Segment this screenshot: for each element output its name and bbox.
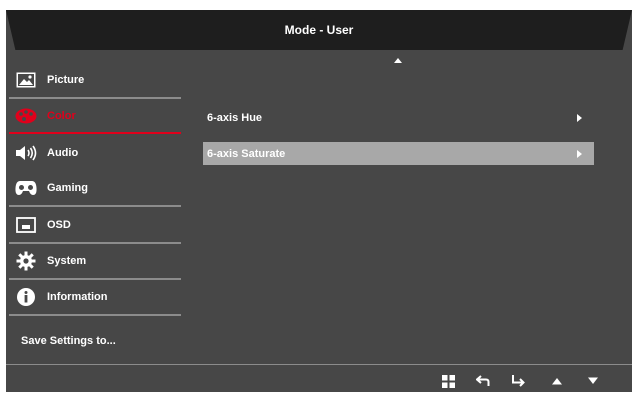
sidebar-item-color[interactable]: Color <box>9 101 181 131</box>
up-button[interactable] <box>548 372 566 390</box>
back-button[interactable] <box>474 372 492 390</box>
divider <box>9 205 181 207</box>
footer-divider <box>6 364 632 365</box>
sidebar-item-label: Picture <box>47 74 85 86</box>
sidebar-item-label: Save Settings to... <box>21 335 116 347</box>
sidebar-item-label: OSD <box>47 219 71 231</box>
sidebar-item-audio[interactable]: Audio <box>9 138 181 168</box>
sidebar-item-information[interactable]: Information <box>9 282 181 312</box>
osd-menu: Mode - User Picture Color Audio Gaming O… <box>6 10 632 392</box>
divider <box>9 278 181 280</box>
sidebar-item-label: Color <box>47 110 76 122</box>
title-bar: Mode - User <box>6 10 632 50</box>
sidebar-item-label: Gaming <box>47 182 88 194</box>
mode-title: Mode - User <box>284 23 354 37</box>
gamepad-icon <box>15 178 37 198</box>
divider <box>9 97 181 99</box>
osd-window-icon <box>15 215 37 235</box>
sidebar-item-label: Audio <box>47 147 79 159</box>
sidebar-item-label: Information <box>47 291 108 303</box>
sidebar-item-picture[interactable]: Picture <box>9 65 181 95</box>
sidebar-item-gaming[interactable]: Gaming <box>9 173 181 203</box>
sidebar-item-osd[interactable]: OSD <box>9 210 181 240</box>
sidebar-item-system[interactable]: System <box>9 246 181 276</box>
list-item-label: 6-axis Hue <box>207 111 263 124</box>
up-triangle-icon <box>552 378 562 385</box>
color-palette-icon <box>15 106 37 126</box>
divider <box>9 314 181 316</box>
down-triangle-icon <box>588 377 598 384</box>
menu-grid-button[interactable] <box>439 372 457 390</box>
chevron-right-icon <box>577 149 582 158</box>
picture-icon <box>15 70 37 90</box>
back-arrow-icon <box>476 375 490 386</box>
speaker-icon <box>15 143 37 163</box>
divider-active <box>9 132 181 134</box>
sidebar-item-label: System <box>47 255 87 267</box>
list-item-6-axis-hue[interactable]: 6-axis Hue <box>203 106 594 129</box>
enter-button[interactable] <box>509 372 527 390</box>
menu-grid-icon <box>441 374 455 388</box>
info-icon <box>15 287 37 307</box>
scroll-up-icon[interactable] <box>394 58 402 63</box>
chevron-right-icon <box>577 113 582 122</box>
sidebar-item-save-settings[interactable]: Save Settings to... <box>9 326 181 356</box>
list-item-6-axis-saturate[interactable]: 6-axis Saturate <box>203 142 594 165</box>
list-item-label: 6-axis Saturate <box>207 147 286 160</box>
divider <box>9 242 181 244</box>
enter-arrow-icon <box>512 375 525 387</box>
gear-icon <box>15 251 37 271</box>
down-button[interactable] <box>584 372 602 390</box>
